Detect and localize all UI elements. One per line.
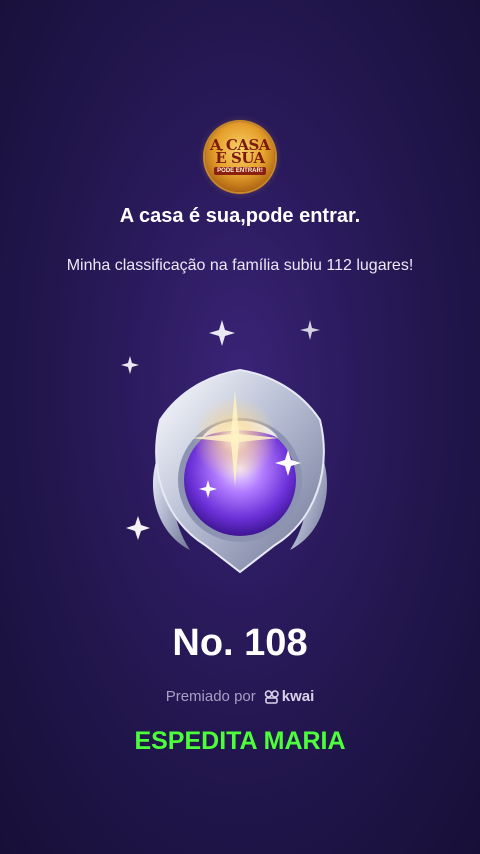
rank-number: No. 108 [172,622,308,664]
logo-line2: É SUA [215,149,265,167]
recipient-name: ESPEDITA MARIA [134,727,346,755]
logo-tagline: PODE ENTRAR! [214,167,266,175]
medal-badge-icon [121,320,328,574]
page-title: A casa é sua,pode entrar. [119,205,361,227]
kwai-logo-icon [264,689,279,704]
awarded-by: Premiado por kwai [0,688,480,705]
kwai-label: kwai [281,688,315,705]
family-logo: A CASA É SUA PODE ENTRAR! [205,122,275,192]
awarded-by-label: Premiado por [165,688,256,705]
kwai-brand: kwai [264,688,315,705]
rank-change-message: Minha classificação na família subiu 112… [66,257,414,274]
